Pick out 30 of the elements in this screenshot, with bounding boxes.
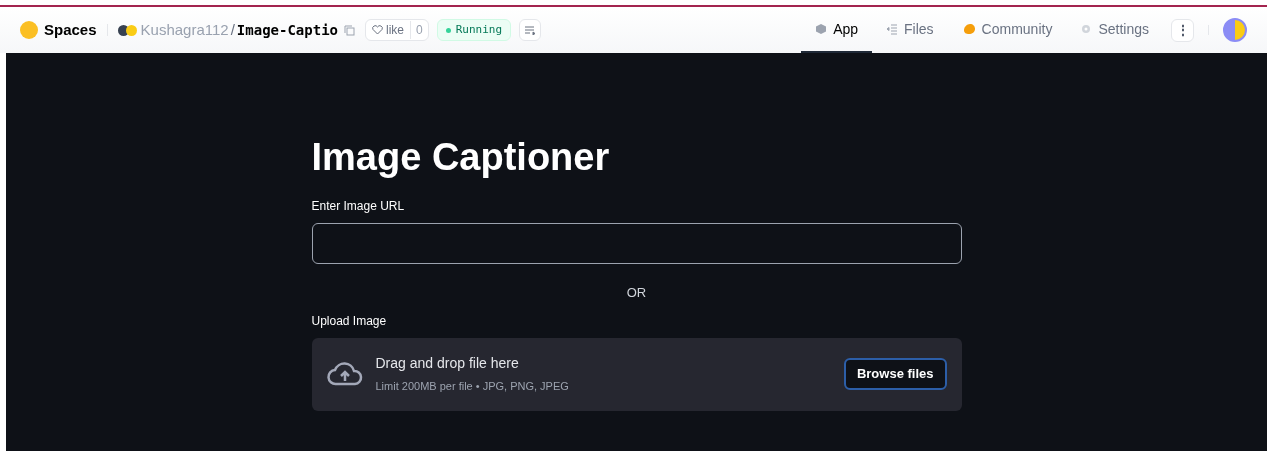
upload-label: Upload Image xyxy=(311,312,388,330)
repo-name[interactable]: Image-Captio xyxy=(236,19,338,41)
owner-avatar-icon xyxy=(117,24,137,36)
nav-tab[interactable]: Files xyxy=(872,7,948,53)
dropzone-title: Drag and drop file here xyxy=(375,354,520,374)
dropzone-hint: Limit 200MB per file • JPG, PNG, JPEG xyxy=(375,379,569,395)
nav-tab[interactable]: Community xyxy=(947,7,1067,53)
or-divider-text: OR xyxy=(625,284,648,302)
path-separator: / xyxy=(230,19,235,40)
more-button[interactable]: ⋮ xyxy=(1171,18,1194,42)
like-button[interactable]: like 0 xyxy=(365,19,429,41)
user-avatar[interactable] xyxy=(1223,18,1247,42)
like-label: like xyxy=(386,22,404,39)
url-label: Enter Image URL xyxy=(311,198,406,215)
browse-files-button[interactable]: Browse files xyxy=(843,358,947,390)
cloud-upload-icon xyxy=(326,361,363,387)
url-input[interactable] xyxy=(311,223,962,264)
queue-icon xyxy=(524,25,536,35)
like-count: 0 xyxy=(410,21,428,39)
menu-button[interactable] xyxy=(519,19,542,41)
list-icon xyxy=(886,23,899,35)
heart-icon xyxy=(372,25,383,35)
status-badge: Running xyxy=(436,19,512,41)
file-dropzone[interactable]: Drag and drop file here Limit 200MB per file • JPG, PNG, JPEG Browse files xyxy=(311,337,962,411)
spaces-link[interactable]: Spaces xyxy=(44,18,97,42)
copy-icon[interactable] xyxy=(344,24,355,36)
nav-tab[interactable]: Settings xyxy=(1066,7,1163,53)
settings-icon xyxy=(1080,23,1093,35)
cube-icon xyxy=(815,23,828,35)
app-title: Image Captioner xyxy=(311,135,611,179)
